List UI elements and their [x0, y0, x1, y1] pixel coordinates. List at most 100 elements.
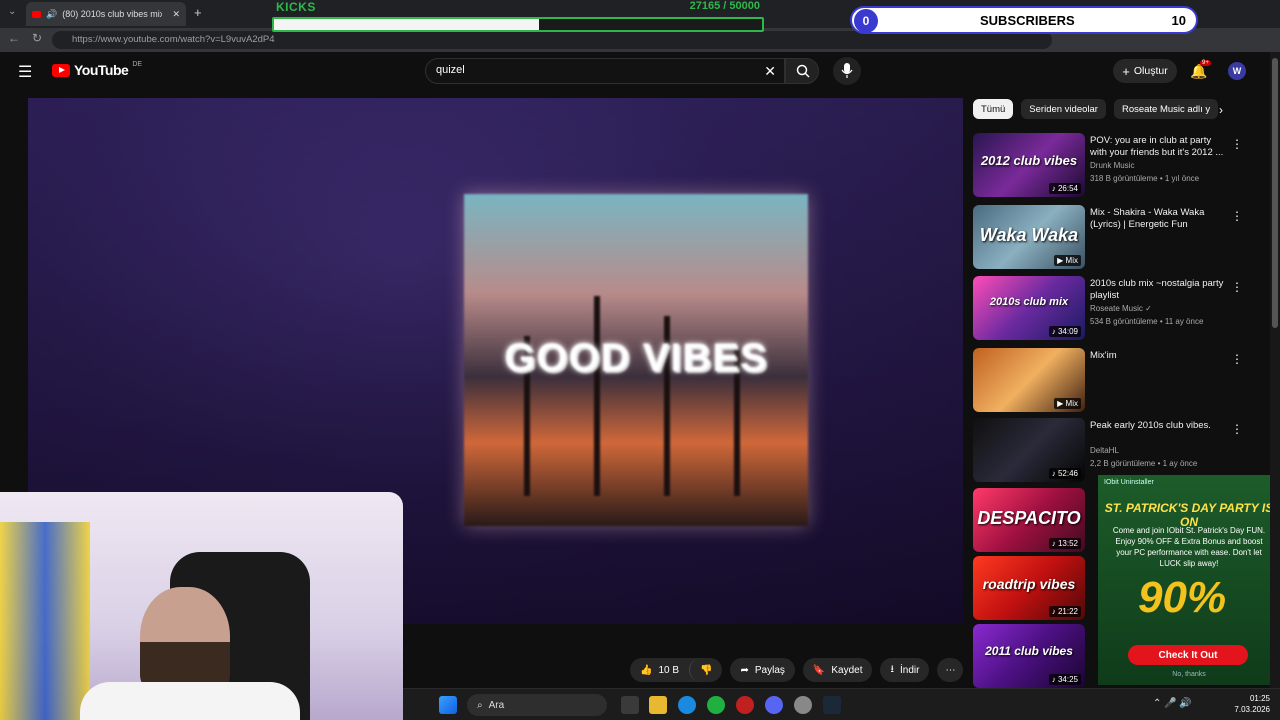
chip-roseate-music[interactable]: Roseate Music adlı y	[1113, 99, 1219, 119]
youtube-header: ☰ YouTube DE ✕ + Oluştur 🔔 9+ W	[0, 52, 1270, 92]
recommendation-title[interactable]: Mix'im	[1090, 350, 1230, 362]
recommendation-meta: 534 B görüntüleme • 11 ay önce	[1090, 317, 1204, 326]
youtube-play-icon	[52, 63, 70, 77]
edge-browser-icon[interactable]	[678, 696, 696, 714]
search-button[interactable]	[785, 58, 819, 84]
kicks-progress-bar	[272, 17, 764, 32]
more-vertical-icon[interactable]: ⋮	[1231, 352, 1243, 366]
page-scrollbar[interactable]	[1270, 52, 1280, 688]
recommendation-item[interactable]: 2010s club mix ♪ 34:09 2010s club mix ~nos…	[973, 276, 1263, 340]
recommendation-channel[interactable]: Drunk Music	[1090, 161, 1134, 170]
recommendation-item[interactable]: Waka Waka ▶ Mix Mix - Shakira - Waka Waka …	[973, 205, 1263, 269]
new-tab-icon[interactable]: +	[194, 5, 202, 20]
recommendation-channel[interactable]: Roseate Music ✓	[1090, 304, 1152, 313]
duration-badge: ♪ 21:22	[1048, 606, 1081, 617]
reload-icon[interactable]: ↻	[32, 31, 42, 45]
scrollbar-thumb[interactable]	[1272, 58, 1278, 328]
subscribers-goal-overlay: 0 SUBSCRIBERS 10	[850, 6, 1198, 34]
chip-all[interactable]: Tümü	[973, 99, 1014, 119]
kicks-progress-fill	[274, 19, 539, 30]
create-label: Oluştur	[1133, 65, 1168, 77]
task-view-icon[interactable]	[621, 696, 639, 714]
ad-cta-button[interactable]: Check It Out	[1128, 645, 1248, 665]
system-tray-icons[interactable]: ⌃ 🎤 🔊	[1153, 698, 1192, 709]
more-vertical-icon[interactable]: ⋮	[1231, 209, 1243, 223]
speaker-icon[interactable]: 🔊	[46, 9, 57, 20]
video-thumbnail[interactable]: roadtrip vibes ♪ 21:22	[973, 556, 1085, 620]
recommendation-meta: 2,2 B görüntüleme • 1 ay önce	[1090, 459, 1198, 468]
taskbar-search-label: Ara	[488, 699, 505, 711]
video-thumbnail[interactable]: ▶ Mix	[973, 348, 1085, 412]
video-thumbnail[interactable]: DESPACITO ♪ 13:52	[973, 488, 1085, 552]
recommendation-title[interactable]: Mix - Shakira - Waka Waka (Lyrics) | Ene…	[1090, 207, 1230, 231]
download-label: İndir	[899, 664, 920, 676]
duration-badge: ♪ 52:46	[1048, 468, 1081, 479]
album-cover: GOOD VIBES	[464, 194, 808, 526]
windows-start-icon[interactable]	[439, 696, 457, 714]
chrome-icon[interactable]	[794, 696, 812, 714]
more-vertical-icon[interactable]: ⋮	[1231, 422, 1243, 436]
more-vertical-icon[interactable]: ⋮	[1231, 280, 1243, 294]
plus-icon: +	[1122, 63, 1130, 79]
bookmark-icon: 🔖	[812, 664, 826, 676]
video-thumbnail[interactable]: 2012 club vibes ♪ 26:54	[973, 133, 1085, 197]
kicks-label: KICKS	[276, 0, 316, 14]
chip-from-series[interactable]: Seriden videolar	[1021, 99, 1106, 119]
recommendation-item[interactable]: ♪ 52:46 Peak early 2010s club vibes. Delta…	[973, 418, 1263, 482]
recommendation-item[interactable]: 2012 club vibes ♪ 26:54 POV: you are in cl…	[973, 133, 1263, 197]
youtube-favicon-icon	[32, 10, 41, 18]
tab-close-icon[interactable]: ✕	[172, 9, 180, 20]
subs-goal-count: 10	[1171, 13, 1186, 28]
tab-title: (80) 2010s club vibes mix ~no	[62, 9, 163, 19]
chips-next-icon[interactable]: ›	[1219, 103, 1223, 117]
kicks-goal-overlay: KICKS 27165 / 50000	[272, 0, 764, 36]
thumbnail-text: Waka Waka	[979, 225, 1079, 245]
save-button[interactable]: 🔖 Kaydet	[802, 658, 873, 682]
app-green-icon[interactable]	[707, 696, 725, 714]
search-input[interactable]	[436, 64, 736, 76]
like-dislike-group: 👍 10 B 👎	[630, 658, 723, 682]
search-box[interactable]: ✕	[425, 58, 785, 84]
video-thumbnail[interactable]: 2010s club mix ♪ 34:09	[973, 276, 1085, 340]
recommendation-channel[interactable]: DeltaHL	[1090, 446, 1119, 455]
duration-badge: ▶ Mix	[1054, 398, 1081, 409]
file-explorer-icon[interactable]	[649, 696, 667, 714]
more-actions-button[interactable]: ⋯	[937, 658, 964, 682]
dislike-button[interactable]: 👎	[689, 658, 722, 682]
webcam-overlay	[0, 492, 403, 720]
menu-icon[interactable]: ☰	[18, 62, 32, 82]
video-thumbnail[interactable]: 2011 club vibes ♪ 34:25	[973, 624, 1085, 688]
like-button[interactable]: 👍 10 B	[630, 658, 689, 682]
back-arrow-icon[interactable]: ←	[8, 31, 20, 45]
share-button[interactable]: ➦ Paylaş	[730, 658, 795, 682]
taskbar-search-icon: ⌕	[477, 699, 483, 711]
more-vertical-icon[interactable]: ⋮	[1231, 137, 1243, 151]
thumbs-down-icon: 👎	[700, 664, 713, 676]
tab-search-icon[interactable]: ⌄	[8, 6, 16, 17]
download-button[interactable]: ⭳ İndir	[880, 658, 930, 682]
steam-icon[interactable]	[823, 696, 841, 714]
ad-body: Come and join IObit St. Patrick's Day FU…	[1112, 526, 1266, 568]
recommendation-title[interactable]: 2010s club mix ~nostalgia party playlist	[1090, 278, 1230, 302]
recommendation-title[interactable]: POV: you are in club at party with your …	[1090, 135, 1230, 159]
voice-search-button[interactable]	[833, 57, 861, 85]
notifications-button[interactable]: 🔔 9+	[1190, 60, 1211, 81]
video-thumbnail[interactable]: ♪ 52:46	[973, 418, 1085, 482]
browser-tab[interactable]: 🔊 (80) 2010s club vibes mix ~no ✕	[26, 2, 186, 26]
recommendation-item[interactable]: ▶ Mix Mix'im ⋮	[973, 348, 1263, 412]
ad-dismiss-link[interactable]: No, thanks	[1098, 671, 1280, 678]
create-button[interactable]: + Oluştur	[1113, 59, 1177, 83]
video-thumbnail[interactable]: Waka Waka ▶ Mix	[973, 205, 1085, 269]
youtube-logo[interactable]: YouTube DE	[52, 61, 142, 78]
thumbnail-text: roadtrip vibes	[982, 576, 1076, 592]
discord-icon[interactable]	[765, 696, 783, 714]
avatar[interactable]: W	[1228, 62, 1246, 80]
taskbar-clock[interactable]: 01:25 7.03.2026	[1234, 693, 1270, 715]
clock-time: 01:25	[1249, 694, 1270, 703]
duration-badge: ♪ 34:09	[1048, 326, 1081, 337]
duration-badge: ♪ 34:25	[1048, 674, 1081, 685]
taskbar-search[interactable]: ⌕ Ara	[467, 694, 607, 716]
clear-search-icon[interactable]: ✕	[764, 63, 776, 80]
app-red-icon[interactable]	[736, 696, 754, 714]
recommendation-title[interactable]: Peak early 2010s club vibes.	[1090, 420, 1230, 432]
